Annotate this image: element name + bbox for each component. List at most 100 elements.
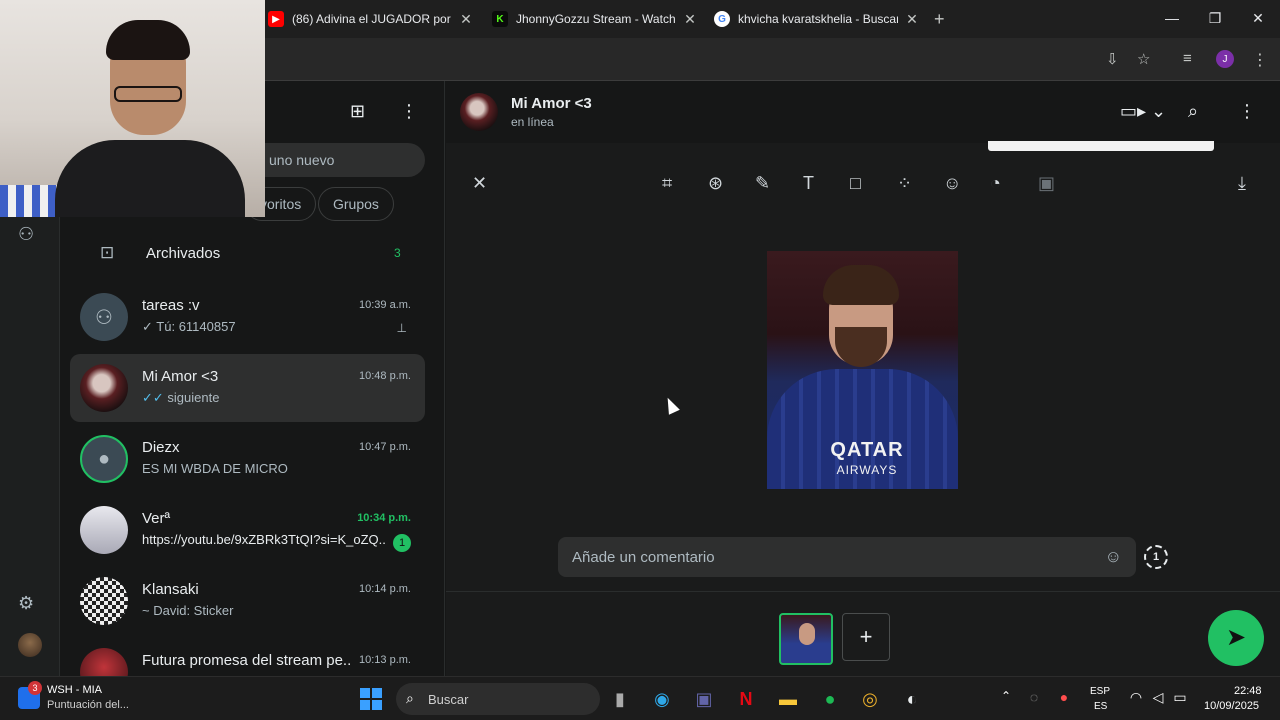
volume-icon[interactable]: ◁ — [1146, 689, 1170, 706]
chat-search-input[interactable]: uno nuevo — [245, 143, 425, 177]
add-media-button[interactable]: + — [842, 613, 890, 661]
archived-label: Archivados — [146, 245, 221, 262]
new-tab-icon[interactable]: + — [934, 9, 945, 30]
chat-time: 10:14 p.m. — [359, 583, 411, 595]
chrome-icon[interactable]: ◎ — [858, 689, 882, 710]
settings-gear-icon[interactable]: ⚙ — [18, 593, 34, 614]
notification-title[interactable]: WSH - MIA — [47, 684, 102, 696]
emoji-icon[interactable]: ☺ — [1105, 547, 1122, 567]
chat-last-message: ES MI WBDA DE MICRO — [142, 461, 288, 476]
crop-icon[interactable]: ⌗ — [662, 173, 672, 194]
chat-row-klansaki[interactable]: Klansaki 10:14 p.m. ~ David: Sticker — [70, 567, 425, 635]
browser-tab-kick[interactable]: K JhonnyGozzu Stream - Watch Li ✕ — [492, 6, 698, 32]
filters-icon[interactable]: ⊛ — [708, 173, 723, 194]
clock-time[interactable]: 22:48 — [1234, 685, 1262, 697]
teams-icon[interactable]: ▣ — [692, 689, 716, 710]
communities-icon[interactable]: ⚇ — [18, 224, 34, 245]
windows-start-icon[interactable] — [360, 688, 382, 710]
tab-title: JhonnyGozzu Stream - Watch Li — [516, 12, 676, 26]
view-once-icon[interactable]: 1 — [1144, 545, 1168, 569]
search-icon[interactable]: ⌕ — [1188, 101, 1198, 122]
bookmark-star-icon[interactable]: ☆ — [1137, 50, 1150, 68]
tray-app-icon[interactable]: ◌ — [1022, 689, 1046, 705]
thumb-face — [799, 623, 815, 645]
default-avatar-icon: ● — [80, 435, 128, 483]
notification-badge: 3 — [28, 681, 42, 695]
user-avatar[interactable] — [18, 633, 42, 657]
comment-input[interactable] — [572, 537, 1072, 577]
chat-name: Verª — [142, 510, 171, 527]
minimize-icon[interactable]: — — [1162, 10, 1182, 26]
install-app-icon[interactable]: ⇩ — [1106, 50, 1119, 68]
spotify-icon[interactable]: ● — [818, 689, 842, 710]
send-button[interactable]: ➤ — [1208, 610, 1264, 666]
contact-avatar — [80, 506, 128, 554]
wifi-icon[interactable]: ◠ — [1124, 689, 1148, 706]
filter-chip-grupos[interactable]: Grupos — [318, 187, 394, 221]
task-view-icon[interactable]: ▮ — [608, 689, 632, 710]
comment-field[interactable]: ☺ — [558, 537, 1136, 577]
pin-icon: ⊥ — [396, 321, 407, 335]
netflix-icon[interactable]: N — [734, 689, 758, 710]
clock-date: 10/09/2025 — [1204, 700, 1260, 712]
chat-name: Klansaki — [142, 581, 199, 598]
close-tab-icon[interactable]: ✕ — [682, 11, 698, 28]
previous-media-peek — [988, 141, 1214, 151]
menu-dots-icon[interactable]: ⋮ — [1238, 101, 1256, 122]
video-call-icon[interactable]: ▭▸ ⌄ — [1120, 101, 1166, 122]
new-chat-icon[interactable]: ⊞ — [350, 101, 365, 122]
profile-avatar[interactable]: J — [1216, 50, 1234, 68]
archived-chats-row[interactable]: ⊡ Archivados 3 — [60, 231, 430, 275]
webcam-person-shirt — [55, 140, 245, 217]
chat-time: 10:39 a.m. — [359, 299, 411, 311]
hd-icon[interactable]: ▣ — [1038, 173, 1055, 194]
chat-row-vera[interactable]: Verª 10:34 p.m. https://youtu.be/9xZBRk3… — [70, 496, 425, 564]
file-explorer-icon[interactable]: ▬ — [776, 689, 800, 710]
selected-media-thumbnail[interactable] — [779, 613, 833, 665]
chat-row-mi-amor[interactable]: Mi Amor <3 10:48 p.m. ✓✓ siguiente — [70, 354, 425, 422]
taskbar-search-input[interactable]: ⌕ Buscar — [396, 683, 600, 715]
language-code[interactable]: ESP — [1090, 686, 1110, 697]
browser-tab-youtube[interactable]: ▶ (86) Adivina el JUGADOR por su ✕ — [268, 6, 474, 32]
microphone-icon[interactable]: ● — [1052, 689, 1076, 705]
chat-row-tareas[interactable]: ⚇ tareas :v 10:39 a.m. ✓ Tú: 61140857 ⊥ — [70, 283, 425, 351]
browser-menu-icon[interactable]: ⋮ — [1252, 50, 1268, 70]
contact-avatar — [80, 648, 128, 676]
download-icon[interactable]: ⤓ — [1238, 173, 1246, 194]
text-icon[interactable]: T — [803, 173, 814, 194]
media-control-icon[interactable]: ≡ — [1183, 50, 1192, 67]
contact-avatar[interactable] — [460, 93, 498, 131]
search-label: Buscar — [428, 692, 469, 707]
close-tab-icon[interactable]: ✕ — [458, 11, 474, 28]
chat-name: Mi Amor <3 — [142, 368, 219, 385]
restore-icon[interactable]: ❐ — [1205, 10, 1225, 27]
blur-icon[interactable]: ⁘ — [897, 173, 912, 194]
close-window-icon[interactable]: ✕ — [1248, 10, 1268, 27]
menu-dots-icon[interactable]: ⋮ — [400, 101, 418, 122]
jersey-sponsor-subtext: AIRWAYS — [836, 463, 898, 477]
edge-browser-icon[interactable]: ◉ — [650, 689, 674, 710]
chat-row-futura-promesa[interactable]: Futura promesa del stream pe... 10:13 p.… — [70, 638, 425, 676]
chat-time: 10:47 p.m. — [359, 441, 411, 453]
rectangle-icon[interactable]: □ — [850, 173, 861, 194]
pencil-icon[interactable]: ✎ — [755, 173, 770, 194]
archive-box-icon: ⊡ — [100, 243, 115, 262]
obs-icon[interactable]: ◐ — [900, 689, 924, 710]
chat-last-message: ✓ Tú: 61140857 — [142, 319, 236, 334]
contact-avatar — [80, 364, 128, 412]
chat-time: 10:34 p.m. — [357, 512, 411, 524]
close-tab-icon[interactable]: ✕ — [904, 11, 920, 28]
sticker-icon[interactable]: ◔ — [990, 173, 1001, 194]
player-beard — [835, 327, 887, 367]
conversation-header[interactable]: Mi Amor <3 en línea ▭▸ ⌄ ⌕ ⋮ — [446, 81, 1280, 143]
emoji-icon[interactable]: ☺ — [943, 173, 961, 194]
chevron-up-icon[interactable]: ⌃ — [994, 689, 1018, 703]
chat-row-diezx[interactable]: ● Diezx 10:47 p.m. ES MI WBDA DE MICRO — [70, 425, 425, 493]
battery-icon[interactable]: ▭ — [1168, 689, 1192, 706]
windows-taskbar: 3 WSH - MIA Puntuación del... ⌕ Buscar ▮… — [0, 676, 1280, 720]
chat-last-message: ✓✓ siguiente — [142, 390, 220, 405]
browser-tab-google[interactable]: G khvicha kvaratskhelia - Buscar c ✕ — [714, 6, 920, 32]
qr-avatar — [80, 577, 128, 625]
unread-badge: 1 — [393, 534, 411, 552]
close-editor-icon[interactable]: ✕ — [472, 173, 487, 194]
